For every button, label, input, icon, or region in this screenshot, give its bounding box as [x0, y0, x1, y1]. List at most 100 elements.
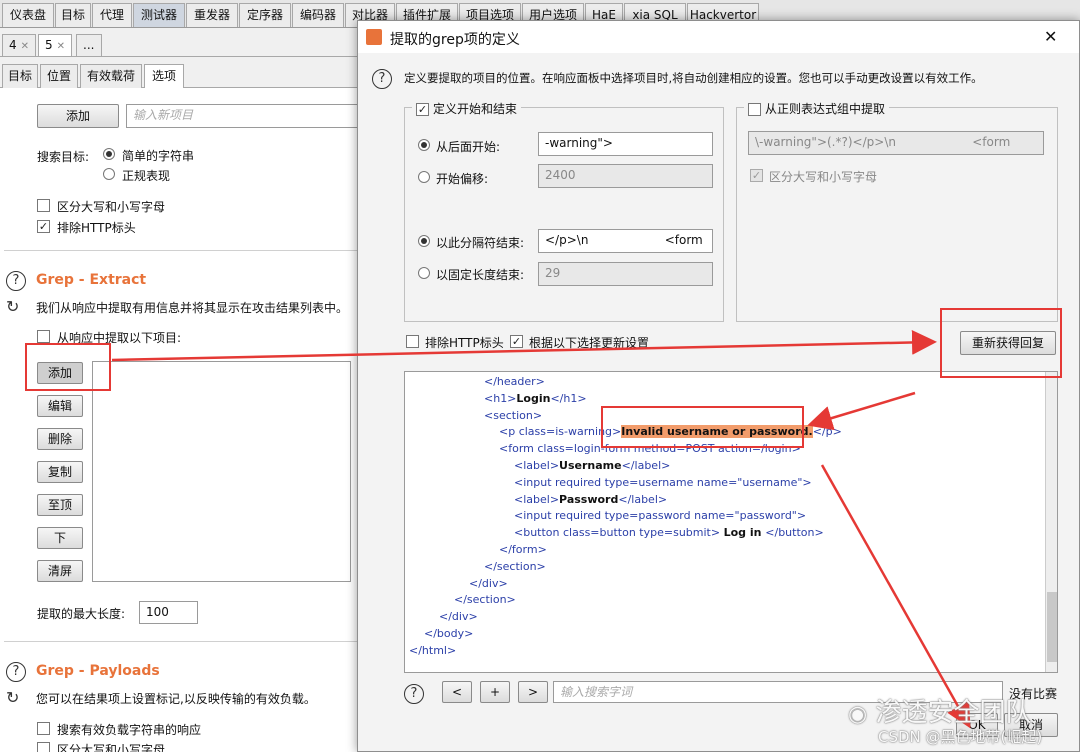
max-length-input[interactable]: 100 — [139, 601, 198, 624]
add-match-button[interactable]: 添加 — [37, 104, 119, 128]
regex-radio[interactable] — [103, 168, 115, 180]
extract-items-checkbox[interactable] — [37, 330, 50, 343]
code-token: </section> — [484, 559, 546, 573]
attack-tab-5[interactable]: 5 ✕ — [38, 34, 72, 56]
annotation-box — [25, 343, 111, 391]
wechat-watermark: ◉ 渗透安全团队 — [848, 692, 1031, 729]
grep-extract-description: 我们从响应中提取有用信息并将其显示在攻击结果列表中。 — [36, 301, 349, 315]
code-line: <input required type=password name="pass… — [514, 509, 806, 522]
editor-scrollbar[interactable] — [1045, 372, 1057, 672]
attack-tab-label: 5 — [45, 38, 53, 52]
code-line: </div> — [439, 610, 478, 623]
code-token: <label> — [514, 492, 560, 506]
max-length-label: 提取的最大长度: — [37, 607, 126, 621]
dialog-titlebar: 提取的grep项的定义 ✕ — [358, 21, 1079, 53]
wechat-icon: ◉ — [848, 702, 868, 727]
help-icon[interactable]: ? — [372, 69, 392, 89]
case-sensitive-checkbox[interactable] — [37, 199, 50, 212]
extract-delete-button[interactable]: 删除 — [37, 428, 83, 450]
code-token: <input — [514, 509, 556, 523]
exclude-headers-checkbox[interactable] — [406, 335, 419, 348]
simple-string-radio[interactable] — [103, 148, 115, 160]
code-line: <label>Password</label> — [514, 493, 667, 506]
search-add-button[interactable]: + — [480, 681, 510, 703]
update-config-label: 根据以下选择更新设置 — [529, 336, 650, 350]
code-line: <section> — [484, 409, 542, 422]
code-token: </label> — [621, 459, 671, 472]
dialog-help-text: 定义要提取的项目的位置。在响应面板中选择项目时,将自动创建相应的设置。您也可以手… — [404, 71, 983, 85]
start-offset-input[interactable]: 2400 — [538, 164, 713, 188]
code-token: <h1> — [484, 391, 517, 405]
search-next-button[interactable]: > — [518, 681, 548, 703]
end-delimiter-input[interactable]: </p>\n <form — [538, 229, 713, 253]
extract-top-button[interactable]: 至顶 — [37, 494, 83, 516]
close-icon[interactable]: ✕ — [1044, 27, 1057, 46]
close-icon[interactable]: ✕ — [57, 41, 65, 52]
code-token: </h1> — [550, 391, 587, 405]
regex-case-checkbox[interactable]: ✓ — [750, 169, 763, 182]
define-start-end-checkbox[interactable]: ✓ — [416, 103, 429, 116]
refresh-icon[interactable]: ↻ — [6, 688, 19, 707]
code-token: class=button type=submit> — [563, 526, 724, 540]
close-icon[interactable]: ✕ — [21, 41, 29, 52]
code-token: </div> — [439, 610, 478, 624]
code-line: </form> — [499, 543, 547, 556]
tab-dashboard[interactable]: 仪表盘 — [2, 3, 54, 27]
tab-positions[interactable]: 位置 — [40, 64, 78, 88]
end-delimiter-radio[interactable] — [418, 235, 430, 247]
update-config-checkbox[interactable]: ✓ — [510, 335, 523, 348]
intruder-sub-tab-bar: 目标 位置 有效载荷 选项 — [0, 62, 360, 88]
code-token: <input — [514, 475, 556, 489]
extract-edit-button[interactable]: 编辑 — [37, 395, 83, 417]
code-token: <p — [499, 425, 519, 439]
extract-copy-button[interactable]: 复制 — [37, 461, 83, 483]
code-token: </p> — [812, 425, 842, 439]
scrollbar-thumb[interactable] — [1047, 592, 1057, 662]
code-token: required type=password name="password"> — [555, 509, 807, 523]
exclude-headers-checkbox[interactable]: ✓ — [37, 220, 50, 233]
new-item-input[interactable]: 输入新项目 — [126, 104, 360, 128]
end-fixed-input[interactable]: 29 — [538, 262, 713, 286]
tab-target[interactable]: 目标 — [55, 3, 91, 27]
regex-group-checkbox[interactable] — [748, 103, 761, 116]
payload-case-checkbox[interactable] — [37, 742, 50, 752]
tab-payloads[interactable]: 有效载荷 — [80, 64, 142, 88]
help-icon[interactable]: ? — [6, 271, 26, 291]
code-token: required type=username name="username"> — [555, 475, 812, 489]
grep-payloads-title: Grep - Payloads — [36, 663, 160, 679]
tab-intruder[interactable]: 测试器 — [133, 3, 185, 27]
end-fixed-radio[interactable] — [418, 267, 430, 279]
tab-repeater[interactable]: 重发器 — [186, 3, 238, 27]
wechat-watermark-text: 渗透安全团队 — [875, 698, 1032, 728]
define-start-end-label: 定义开始和结束 — [433, 102, 518, 116]
attack-tab-4[interactable]: 4 ✕ — [2, 34, 36, 56]
tab-decoder[interactable]: 编码器 — [292, 3, 344, 27]
grep-extract-title: Grep - Extract — [36, 272, 147, 288]
tab-positions-target[interactable]: 目标 — [2, 64, 38, 88]
help-icon[interactable]: ? — [404, 684, 424, 704]
code-token: Login — [516, 391, 551, 405]
start-after-radio[interactable] — [418, 139, 430, 151]
code-line: <label>Username</label> — [514, 459, 670, 472]
payload-case-label: 区分大写和小写字母 — [57, 743, 166, 752]
start-offset-radio[interactable] — [418, 171, 430, 183]
attack-tab-more[interactable]: ... — [76, 34, 102, 56]
code-line: </div> — [469, 577, 508, 590]
extract-items-list[interactable] — [92, 361, 351, 582]
search-prev-button[interactable]: < — [442, 681, 472, 703]
search-target-label: 搜索目标: — [37, 150, 90, 164]
code-token: <section> — [484, 408, 543, 422]
extract-clear-button[interactable]: 清屏 — [37, 560, 83, 582]
regex-input[interactable]: \-warning">(.*?)</p>\n <form — [748, 131, 1044, 155]
extract-down-button[interactable]: 下 — [37, 527, 83, 549]
refresh-icon[interactable]: ↻ — [6, 297, 19, 316]
end-fixed-label: 以固定长度结束: — [436, 268, 525, 282]
exclude-headers-label: 排除HTTP标头 — [425, 336, 504, 350]
tab-options[interactable]: 选项 — [144, 64, 184, 88]
search-payload-checkbox[interactable] — [37, 722, 50, 735]
help-icon[interactable]: ? — [6, 662, 26, 682]
tab-sequencer[interactable]: 定序器 — [239, 3, 291, 27]
start-after-input[interactable]: -warning"> — [538, 132, 713, 156]
regex-legend: 从正则表达式组中提取 — [744, 100, 890, 117]
tab-proxy[interactable]: 代理 — [92, 3, 132, 27]
